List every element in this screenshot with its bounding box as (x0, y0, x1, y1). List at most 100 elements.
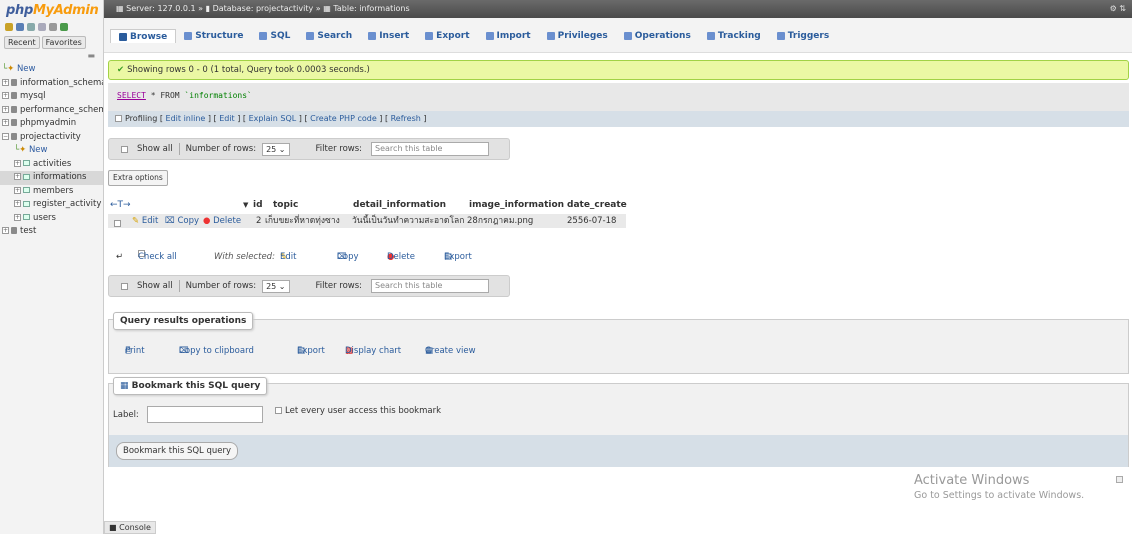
bookmark-label-input[interactable] (147, 406, 263, 423)
table-icon (23, 187, 30, 193)
nav-item-new[interactable]: └✦ New (0, 63, 103, 77)
tab-tracking[interactable]: Tracking (699, 29, 769, 43)
share-bookmark-checkbox[interactable]: Let every user access this bookmark (275, 406, 441, 416)
expand-icon[interactable]: + (14, 213, 21, 221)
sql-select-keyword[interactable]: SELECT (117, 91, 146, 100)
nav-item-projectactivity[interactable]: − projectactivity (0, 131, 103, 145)
show-all-checkbox[interactable] (121, 282, 128, 290)
success-message: ✔ Showing rows 0 - 0 (1 total, Query took… (108, 60, 1129, 80)
bookmark-query-button[interactable]: Bookmark this SQL query (116, 442, 239, 460)
expand-icon[interactable]: + (14, 159, 21, 167)
expand-icon[interactable]: − (2, 132, 9, 140)
cell-image-information[interactable]: 28กรกฎาคม.png (467, 214, 533, 228)
explain-sql-link[interactable]: Explain SQL (249, 114, 297, 123)
server-icon: ▦ (116, 4, 124, 13)
cell-detail-information[interactable]: วันนี้เป็นวันทำความสะอาดโลก (352, 214, 464, 228)
extra-options-button[interactable]: Extra options (108, 170, 168, 186)
tab-triggers[interactable]: Triggers (769, 29, 837, 43)
bookmark-legend: ▦ Bookmark this SQL query (113, 377, 268, 395)
reload-icon[interactable] (60, 23, 68, 31)
breadcrumb: ▦ Server: 127.0.0.1 » ▮ Database: projec… (104, 0, 1132, 18)
expand-icon[interactable]: + (14, 200, 21, 207)
expand-icon[interactable]: + (2, 92, 9, 99)
column-image-information[interactable]: image_information (469, 197, 564, 213)
tab-operations[interactable]: Operations (616, 29, 699, 43)
nav-item-users[interactable]: + users (0, 212, 103, 226)
database-icon: ▮ (205, 4, 211, 13)
column-topic[interactable]: topic (273, 197, 298, 213)
settings-icon[interactable] (49, 23, 57, 31)
sql-query-box: SELECT * FROM `informations` (108, 83, 1129, 111)
browse-icon (119, 32, 127, 41)
filter-rows-input[interactable]: Search this table (371, 279, 490, 293)
query-window-icon[interactable] (27, 23, 35, 31)
database-icon (11, 119, 17, 126)
expand-icon[interactable]: + (2, 105, 9, 113)
rows-select[interactable]: 25 ⌄ (262, 142, 290, 156)
row-checkbox[interactable] (114, 220, 121, 227)
tab-browse[interactable]: Browse (110, 29, 177, 43)
tab-insert[interactable]: Insert (360, 29, 417, 43)
refresh-link[interactable]: Refresh (391, 114, 421, 123)
profiling-checkbox[interactable] (115, 115, 122, 122)
gear-icon[interactable]: ⚙ ⇅ (1110, 0, 1126, 18)
tab-privileges[interactable]: Privileges (539, 29, 616, 43)
database-icon (11, 92, 17, 99)
column-detail-information[interactable]: detail_information (353, 197, 446, 213)
row-copy-button[interactable]: ⌧ Copy (165, 214, 199, 228)
logout-icon[interactable] (16, 23, 24, 31)
nav-item-test[interactable]: + test (0, 225, 103, 239)
collapse-all-icon[interactable]: ▬ (0, 51, 103, 63)
main-tabs: Browse Structure SQL Search Insert Export Impo… (104, 18, 1132, 53)
nav-item-members[interactable]: + members (0, 185, 103, 199)
nav-item-activities[interactable]: + activities (0, 158, 103, 172)
expand-icon[interactable]: + (2, 78, 9, 86)
column-arrows-icon[interactable]: ←T→ (110, 197, 131, 213)
nav-item-phpmyadmin[interactable]: + phpmyadmin (0, 117, 103, 131)
tab-export[interactable]: Export (417, 29, 477, 43)
nav-item-informations[interactable]: + informations (0, 171, 103, 185)
cell-topic[interactable]: เก็บขยะที่หาดทุ่งซาง (265, 214, 340, 228)
expand-icon[interactable]: + (2, 227, 9, 234)
tab-search[interactable]: Search (298, 29, 360, 43)
privileges-icon (546, 32, 555, 40)
phpmyadmin-logo[interactable]: phpMyAdmin (0, 0, 103, 20)
column-date-create[interactable]: date_create (567, 197, 627, 213)
nav-item-information-schema[interactable]: + information_schema (0, 77, 103, 91)
docs-icon[interactable] (38, 23, 46, 31)
bookmark-icon: ▦ (120, 381, 129, 391)
column-id[interactable]: id (253, 197, 263, 213)
rows-select[interactable]: 25 ⌄ (262, 279, 290, 293)
expand-icon[interactable]: + (14, 186, 21, 194)
sort-down-icon: ▼ (243, 201, 249, 209)
tab-sql[interactable]: SQL (251, 29, 298, 43)
tab-structure[interactable]: Structure (176, 29, 251, 43)
tab-import[interactable]: Import (478, 29, 539, 43)
breadcrumb-database[interactable]: Database: projectactivity (213, 4, 314, 13)
nav-item-performance-schema[interactable]: + performance_schema (0, 104, 103, 118)
create-php-code-link[interactable]: Create PHP code (310, 114, 377, 123)
edit-inline-link[interactable]: Edit inline (166, 114, 206, 123)
filter-rows-input[interactable]: Search this table (371, 142, 490, 156)
bookmark-panel: ▦ Bookmark this SQL query Label: Let eve… (108, 377, 1129, 467)
tracking-icon (706, 32, 715, 40)
expand-icon[interactable]: + (14, 173, 21, 180)
nav-item-mysql[interactable]: + mysql (0, 90, 103, 104)
table-row: ✎ Edit ⌧ Copy ● Delete 2 เก็บขยะที่หาดทุ… (108, 214, 626, 228)
cell-date-create[interactable]: 2556-07-18 (567, 214, 616, 228)
nav-item-new[interactable]: └✦ New (0, 144, 103, 158)
breadcrumb-table[interactable]: Table: informations (333, 4, 409, 13)
expand-icon[interactable]: + (2, 119, 9, 126)
scroll-icon[interactable] (1116, 476, 1123, 483)
edit-link[interactable]: Edit (219, 114, 235, 123)
home-icon[interactable] (5, 23, 13, 31)
recent-tab[interactable]: Recent (4, 36, 40, 49)
breadcrumb-server[interactable]: Server: 127.0.0.1 (126, 4, 196, 13)
nav-item-register-activity[interactable]: + register_activity (0, 198, 103, 212)
console-button[interactable]: ■ Console (104, 521, 156, 534)
row-edit-button[interactable]: ✎ Edit (132, 214, 158, 228)
favorites-tab[interactable]: Favorites (41, 36, 86, 49)
cell-id[interactable]: 2 (256, 214, 261, 228)
row-delete-button[interactable]: ● Delete (203, 214, 241, 228)
show-all-checkbox[interactable] (121, 145, 128, 153)
